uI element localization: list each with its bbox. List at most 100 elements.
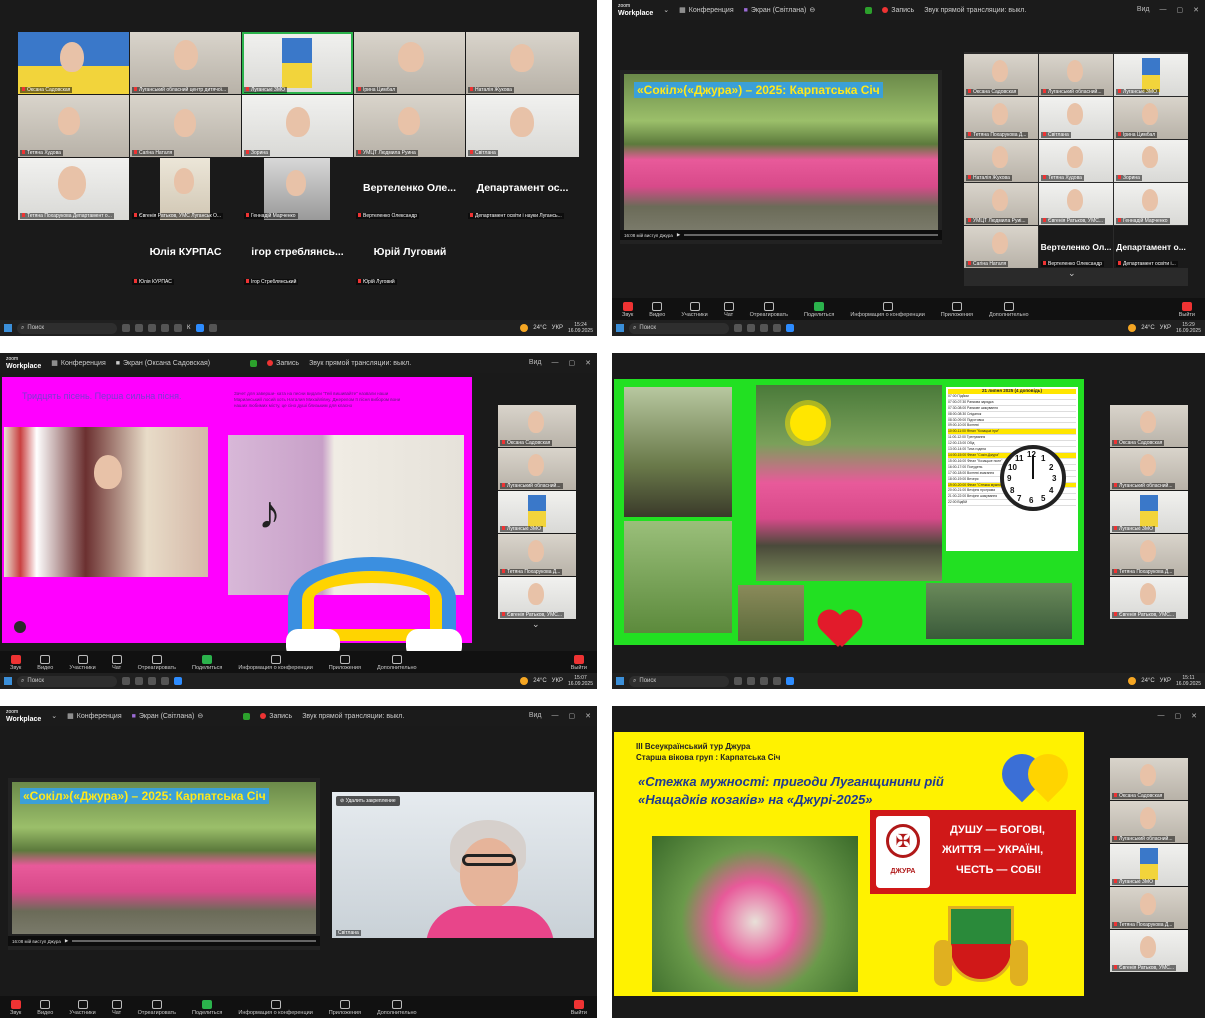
video-tile[interactable]: Оксана Садовская [18, 32, 129, 94]
video-tile[interactable]: Геннадій Марченко [1114, 183, 1188, 225]
video-tile[interactable]: Наталія Жукова [466, 32, 579, 94]
language-indicator[interactable]: УКР [552, 325, 563, 331]
maximize-icon[interactable]: ▢ [569, 359, 576, 367]
video-player-controls[interactable]: 16:08 мій виступ Джура ▶ [620, 230, 942, 240]
taskbar-app-icon[interactable] [135, 324, 143, 332]
taskbar-app-icon[interactable] [760, 677, 768, 685]
video-tile[interactable]: Луганський обласний... [1110, 448, 1188, 490]
participants-button[interactable]: Участники [69, 1000, 96, 1016]
chevron-down-icon[interactable]: ⌄ [1068, 268, 1076, 279]
share-indicator[interactable]: ■ Экран (Світлана) ⊖ [132, 712, 204, 721]
video-tile[interactable]: Луганський обласний... [1110, 801, 1188, 843]
more-button[interactable]: Дополнительно [377, 655, 417, 671]
chat-button[interactable]: Чат [723, 302, 734, 318]
video-button[interactable]: Видео [649, 302, 665, 318]
video-tile[interactable]: Ірина Цимбал [1114, 97, 1188, 139]
video-tile[interactable]: Євгенія Ратьков, УМС... [498, 577, 576, 619]
apps-button[interactable]: Приложения [329, 655, 361, 671]
more-icon[interactable]: ⊖ [809, 6, 815, 14]
live-stream-status[interactable]: Звук прямой трансляции: выкл. [924, 7, 1026, 14]
video-tile[interactable]: Ірина Цимбал [354, 32, 465, 94]
play-icon[interactable]: ▶ [677, 232, 680, 238]
video-tile[interactable]: Євгенія Ратьков, УМС Луганськ О... [130, 158, 241, 220]
video-tile[interactable]: Наталія Жукова [964, 140, 1038, 182]
taskbar-search[interactable]: ⌕ Поиск [629, 675, 729, 687]
video-tile[interactable]: УМЦТ Людмила Руина [354, 95, 465, 157]
conference-button[interactable]: ▦ Конференция [67, 712, 121, 721]
minimize-icon[interactable]: — [1160, 6, 1167, 14]
more-icon[interactable]: ⊖ [197, 712, 203, 720]
windows-start-icon[interactable] [616, 677, 624, 685]
minimize-icon[interactable]: — [552, 712, 559, 720]
view-button[interactable]: Вид [529, 359, 542, 367]
progress-bar[interactable] [72, 940, 316, 942]
maximize-icon[interactable]: ▢ [1175, 712, 1182, 720]
taskbar-clock[interactable]: 15:29 16.09.2025 [1176, 322, 1201, 334]
video-tile[interactable]: Оксана Садовская [1110, 405, 1188, 447]
recording-indicator[interactable]: Запись [267, 360, 299, 367]
encryption-indicator[interactable] [250, 359, 258, 367]
taskbar-app-icon[interactable] [122, 324, 130, 332]
share-button[interactable]: Поделиться [192, 1000, 222, 1016]
windows-start-icon[interactable] [616, 324, 624, 332]
progress-bar[interactable] [684, 234, 938, 236]
taskbar-clock[interactable]: 15:24 16.09.2025 [568, 322, 593, 334]
view-button[interactable]: Вид [529, 712, 542, 720]
taskbar-clock[interactable]: 15:11 16.09.2025 [1176, 675, 1201, 687]
video-tile-no-video[interactable]: ігор стреблянсь... Ігор Стреблянський [242, 236, 353, 286]
taskbar-app-icon[interactable] [773, 677, 781, 685]
play-icon[interactable]: ▶ [65, 938, 68, 944]
video-tile[interactable]: Тетяна Худова [1039, 140, 1113, 182]
video-tile[interactable]: УМЦТ Людмила Руиі... [964, 183, 1038, 225]
leave-button[interactable]: Выйти [1179, 302, 1195, 318]
zoom-taskbar-icon[interactable] [786, 324, 794, 332]
mute-button[interactable]: Звук [622, 302, 633, 318]
taskbar-app-k[interactable]: К [187, 325, 191, 331]
video-tile[interactable]: Луганські ЗМО [498, 491, 576, 533]
windows-start-icon[interactable] [4, 677, 12, 685]
language-indicator[interactable]: УКР [552, 678, 563, 684]
video-tile-no-video[interactable]: Юрій Луговий Юрій Луговий [354, 236, 466, 286]
video-tile[interactable]: Світлана [466, 95, 579, 157]
taskbar-search[interactable]: ⌕ Поиск [17, 322, 117, 334]
maximize-icon[interactable]: ▢ [1177, 6, 1184, 14]
video-tile[interactable]: Луганські ЗМО [1114, 54, 1188, 96]
video-tile[interactable]: Тетяна Похарукова Департамент о... [18, 158, 129, 220]
close-icon[interactable]: ✕ [585, 359, 591, 367]
info-button[interactable]: Информация о конференции [238, 655, 313, 671]
apps-button[interactable]: Приложения [329, 1000, 361, 1016]
chevron-down-icon[interactable]: ⌄ [51, 712, 57, 720]
more-button[interactable]: Дополнительно [377, 1000, 417, 1016]
more-button[interactable]: Дополнительно [989, 302, 1029, 318]
video-tile[interactable]: Сагіна Наталя [130, 95, 241, 157]
encryption-indicator[interactable] [865, 6, 873, 14]
maximize-icon[interactable]: ▢ [569, 712, 576, 720]
video-button[interactable]: Видео [37, 655, 53, 671]
video-tile[interactable]: Луганські ЗМО [1110, 844, 1188, 886]
video-tile-no-video[interactable]: Департамент о... Департамент освіти і... [1114, 226, 1188, 268]
close-icon[interactable]: ✕ [1193, 6, 1199, 14]
live-stream-status[interactable]: Звук прямой трансляции: выкл. [302, 713, 404, 720]
react-button[interactable]: Отреагировать [138, 655, 176, 671]
taskbar-app-icon[interactable] [148, 677, 156, 685]
zoom-taskbar-icon[interactable] [174, 677, 182, 685]
taskbar-app-icon[interactable] [148, 324, 156, 332]
video-tile[interactable]: Тетяна Похарукова Д... [964, 97, 1038, 139]
participants-button[interactable]: Участники [681, 302, 708, 318]
mute-button[interactable]: Звук [10, 655, 21, 671]
video-tile[interactable]: Оксана Садовская [1110, 758, 1188, 800]
video-tile[interactable]: Тетяна Похарукова Д... [1110, 887, 1188, 929]
video-tile[interactable]: Тетяна Похарукова Д... [1110, 534, 1188, 576]
video-player-controls[interactable]: 16:08 мій виступ Джура ▶ [8, 936, 320, 946]
taskbar-app-icon[interactable] [161, 677, 169, 685]
participants-button[interactable]: Участники [69, 655, 96, 671]
video-tile[interactable]: Зорина [1114, 140, 1188, 182]
close-icon[interactable]: ✕ [1191, 712, 1197, 720]
apps-button[interactable]: Приложения [941, 302, 973, 318]
video-tile[interactable]: Світлана [1039, 97, 1113, 139]
video-tile[interactable]: Луганський обласний... [498, 448, 576, 490]
react-button[interactable]: Отреагировать [750, 302, 788, 318]
leave-button[interactable]: Выйти [571, 655, 587, 671]
taskbar-clock[interactable]: 15:07 16.09.2025 [568, 675, 593, 687]
live-stream-status[interactable]: Звук прямой трансляции: выкл. [309, 360, 411, 367]
